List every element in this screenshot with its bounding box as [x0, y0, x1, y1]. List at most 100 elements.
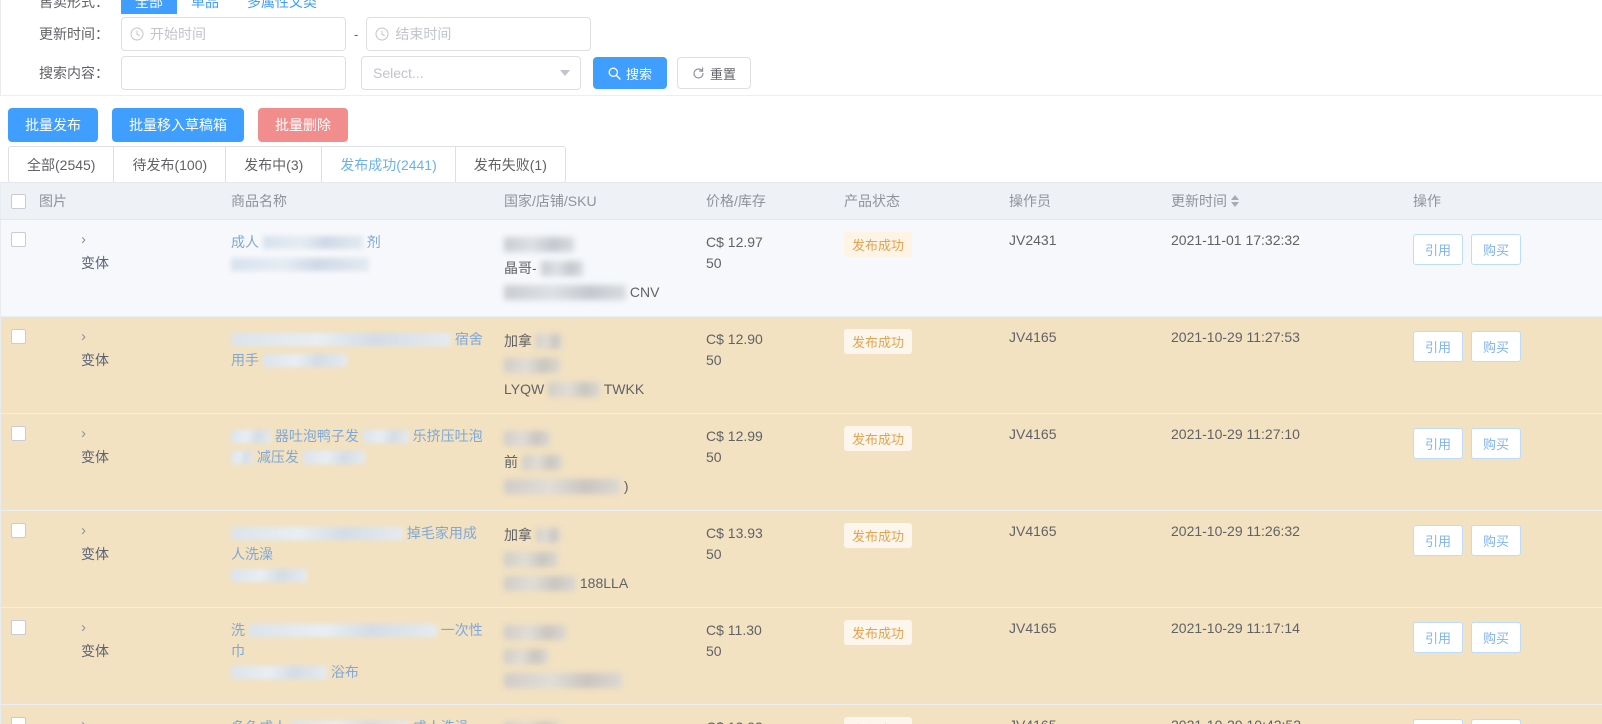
row-product-name-cell: 宿舍 用手: [221, 316, 494, 414]
bulk-delete-button[interactable]: 批量删除: [258, 108, 348, 142]
product-name-prefix[interactable]: 多色成人: [231, 719, 287, 724]
sell-mode-tabs: 全部 单品 多属性父类: [121, 0, 331, 14]
buy-button[interactable]: 购买: [1471, 233, 1522, 265]
table-row[interactable]: › 变体 成人 剂 晶哥- CNV C$ 12.97 50 发布成功 JV243…: [1, 219, 1602, 317]
redacted-text: [231, 430, 271, 444]
row-checkbox[interactable]: [11, 425, 26, 441]
row-status-cell: 发布成功: [834, 510, 999, 608]
status-tab-all[interactable]: 全部(2545): [9, 147, 115, 182]
redacted-text: [362, 430, 409, 444]
buy-button[interactable]: 购买: [1471, 427, 1522, 459]
search-input[interactable]: [121, 56, 346, 90]
row-checkbox[interactable]: [11, 231, 26, 247]
stock-value: 50: [706, 448, 722, 465]
expand-variant-chevron-icon[interactable]: ›: [81, 232, 86, 247]
status-tab-pending[interactable]: 待发布(100): [114, 147, 227, 182]
product-name-line2[interactable]: 用手: [231, 352, 259, 368]
row-checkbox[interactable]: [11, 328, 26, 344]
row-operation-cell: 引用 购买: [1403, 413, 1602, 511]
status-tabs: 全部(2545) 待发布(100) 发布中(3) 发布成功(2441) 发布失败…: [8, 146, 566, 183]
column-header-update-time[interactable]: 更新时间: [1161, 183, 1403, 220]
product-name-prefix[interactable]: 洗: [231, 622, 245, 638]
table-row[interactable]: › 变体 宿舍 用手 加拿 LYQW TWKK C$ 12.90 50 发布成功…: [1, 316, 1602, 414]
expand-variant-chevron-icon[interactable]: ›: [81, 426, 86, 441]
row-country-shop-sku-cell: [494, 607, 696, 705]
redacted-text: [302, 451, 365, 465]
update-time-sort-control[interactable]: 更新时间: [1171, 191, 1239, 211]
cite-button[interactable]: 引用: [1413, 233, 1464, 265]
cite-button[interactable]: 引用: [1413, 524, 1464, 556]
row-select-cell: [1, 413, 29, 511]
filter-row-search-content: 搜索内容： Select... 搜索 重置: [1, 53, 752, 93]
product-name-suffix[interactable]: 成人洗澡: [413, 719, 469, 724]
product-name-suffix[interactable]: 宿舍: [455, 331, 483, 347]
product-name-suffix[interactable]: 乐挤压吐泡: [413, 428, 483, 444]
row-select-cell: [1, 219, 29, 317]
start-time-input[interactable]: 开始时间: [121, 17, 346, 51]
end-time-input[interactable]: 结束时间: [366, 17, 592, 51]
cite-button[interactable]: 引用: [1413, 718, 1464, 724]
column-header-operation: 操作: [1403, 183, 1602, 220]
select-all-header: [1, 183, 29, 220]
sell-mode-tab-multi-attr[interactable]: 多属性父类: [233, 0, 331, 14]
buy-button[interactable]: 购买: [1471, 524, 1522, 556]
buy-button[interactable]: 购买: [1471, 718, 1522, 724]
variant-label: 变体: [81, 254, 109, 271]
row-checkbox[interactable]: [11, 619, 26, 635]
status-badge: 发布成功: [844, 619, 913, 645]
status-tab-publishing[interactable]: 发布中(3): [226, 147, 323, 182]
search-button[interactable]: 搜索: [593, 57, 668, 89]
row-price-stock-cell: C$ 11.30 50: [696, 607, 834, 705]
column-header-product-status: 产品状态: [834, 183, 999, 220]
status-tab-success[interactable]: 发布成功(2441): [322, 147, 456, 182]
product-name-prefix[interactable]: 器吐泡鸭子发: [275, 428, 359, 444]
status-tab-failed[interactable]: 发布失败(1): [456, 147, 565, 182]
row-checkbox[interactable]: [11, 716, 26, 724]
row-select-cell: [1, 607, 29, 705]
row-country-shop-sku-cell: 加拿 188LLA: [494, 510, 696, 608]
redacted-text: [504, 673, 622, 689]
sell-mode-tab-all[interactable]: 全部: [121, 0, 177, 14]
redacted-text: [504, 576, 576, 592]
search-type-select[interactable]: Select...: [361, 56, 581, 90]
cite-button[interactable]: 引用: [1413, 621, 1464, 653]
bulk-publish-button[interactable]: 批量发布: [8, 108, 98, 142]
table-row[interactable]: › 变体 掉毛家用成人洗澡 加拿 188LLA C$ 13.93 50 发布成功…: [1, 510, 1602, 608]
row-price-stock-cell: C$ 13.93 50: [696, 704, 834, 724]
sell-mode-tab-single[interactable]: 单品: [177, 0, 233, 14]
table-row[interactable]: › 变体 多色成人 成人洗澡 大毛: [1, 704, 1602, 724]
expand-variant-chevron-icon[interactable]: ›: [81, 717, 86, 724]
cite-button[interactable]: 引用: [1413, 427, 1464, 459]
product-name-line2[interactable]: 浴布: [331, 664, 359, 680]
row-product-name-cell: 洗 一次性巾 浴布: [221, 607, 494, 705]
product-name-prefix[interactable]: 成人: [231, 234, 259, 250]
expand-variant-chevron-icon[interactable]: ›: [81, 620, 86, 635]
reset-button[interactable]: 重置: [677, 57, 752, 89]
select-all-checkbox[interactable]: [11, 193, 26, 209]
product-name-suffix[interactable]: 剂: [367, 234, 381, 250]
status-badge: 发布成功: [844, 328, 913, 354]
redacted-text: [504, 358, 560, 374]
buy-button[interactable]: 购买: [1471, 621, 1522, 653]
bulk-move-to-draft-button[interactable]: 批量移入草稿箱: [112, 108, 244, 142]
cite-button[interactable]: 引用: [1413, 330, 1464, 362]
start-time-placeholder: 开始时间: [150, 26, 206, 42]
table-row[interactable]: › 变体 器吐泡鸭子发 乐挤压吐泡 减压发 前) C$ 12.99 50 发布…: [1, 413, 1602, 511]
table-row[interactable]: › 变体 洗 一次性巾 浴布 C$ 11.30 50 发布成功 JV4165 2…: [1, 607, 1602, 705]
row-checkbox[interactable]: [11, 522, 26, 538]
column-header-product-name: 商品名称: [221, 183, 494, 220]
expand-variant-chevron-icon[interactable]: ›: [81, 523, 86, 538]
buy-button[interactable]: 购买: [1471, 330, 1522, 362]
price-value: C$ 12.97: [706, 233, 763, 250]
product-publish-page: 售卖形式： 全部 单品 多属性父类 更新时间： 开始时间 - 结束时间 搜索内容…: [0, 0, 1602, 724]
expand-variant-chevron-icon[interactable]: ›: [81, 329, 86, 344]
row-operator-cell: JV4165: [999, 413, 1161, 511]
row-operation-cell: 引用 购买: [1403, 704, 1602, 724]
row-select-cell: [1, 510, 29, 608]
reset-button-label: 重置: [710, 66, 737, 82]
redacted-text: [231, 333, 451, 347]
sell-mode-label: 售卖形式：: [39, 0, 109, 10]
country-fragment: 加拿: [504, 526, 532, 543]
product-name-line2[interactable]: 减压发: [257, 449, 299, 465]
sort-arrows-icon: [1231, 194, 1239, 207]
